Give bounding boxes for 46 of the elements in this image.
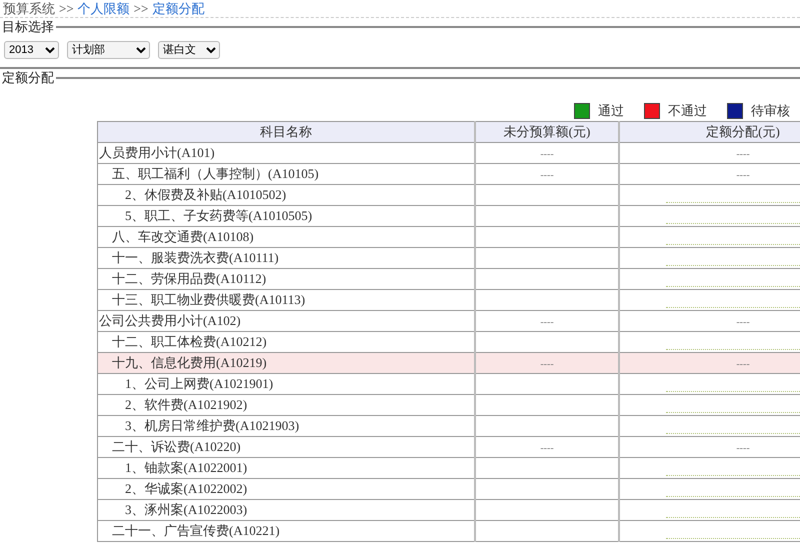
account-name: 公司公共费用小计(A102) bbox=[99, 312, 241, 330]
account-name: 十一、服装费洗衣费(A10111) bbox=[111, 249, 279, 267]
breadcrumb-text: 预算系统 bbox=[3, 1, 55, 16]
breadcrumb-separator: >> bbox=[59, 1, 74, 16]
dropdown[interactable]: 2013 bbox=[4, 41, 59, 59]
account-name: 1、公司上网费(A1021901) bbox=[124, 375, 274, 393]
column-header: 科目名称 bbox=[98, 122, 475, 142]
table-row[interactable]: 十九、信息化费用(A10219) ---- ---- bbox=[98, 352, 800, 374]
account-name: 3、机房日常维护费(A1021903) bbox=[124, 417, 300, 435]
account-name: 1、铀款案(A1022001) bbox=[124, 459, 248, 477]
status-label: 通过 bbox=[598, 102, 624, 120]
table-cell: ---- bbox=[540, 170, 554, 181]
breadcrumb-link[interactable]: 定额分配 bbox=[152, 1, 204, 16]
account-name: 五、职工福利（人事控制）(A10105) bbox=[111, 165, 319, 183]
section-title: 目标选择 bbox=[2, 18, 54, 36]
account-name: 十二、职工体检费(A10212) bbox=[111, 333, 267, 351]
table-cell: ---- bbox=[540, 359, 554, 370]
account-name: 八、车改交通费(A10108) bbox=[111, 228, 254, 246]
table-cell: ---- bbox=[736, 170, 750, 181]
account-name: 3、涿州案(A1022003) bbox=[124, 501, 248, 519]
account-name: 十三、职工物业费供暖费(A10113) bbox=[111, 291, 306, 309]
column-header: 未分预算额(元) bbox=[475, 122, 619, 142]
account-name: 5、职工、子女药费等(A1010505) bbox=[124, 207, 312, 225]
account-name: 十九、信息化费用(A10219) bbox=[111, 354, 267, 372]
table-cell: ---- bbox=[540, 149, 554, 160]
account-name: 二十、诉讼费(A10220) bbox=[111, 438, 241, 456]
account-name: 十二、劳保用品费(A10112) bbox=[111, 270, 266, 288]
breadcrumb-link[interactable]: 个人限额 bbox=[78, 1, 130, 16]
status-label: 不通过 bbox=[668, 102, 707, 120]
dropdown[interactable]: 谌白文 bbox=[158, 41, 220, 59]
column-header: 定额分配(元) bbox=[619, 122, 800, 142]
account-name: 人员费用小计(A101) bbox=[99, 144, 215, 162]
table-cell: ---- bbox=[736, 359, 750, 370]
account-name: 2、华诚案(A1022002) bbox=[124, 480, 248, 498]
table-cell: ---- bbox=[540, 317, 554, 328]
account-name: 二十一、广告宣传费(A10221) bbox=[111, 522, 280, 540]
section-title: 定额分配 bbox=[2, 69, 54, 87]
table-cell: ---- bbox=[736, 149, 750, 160]
status-label: 待审核 bbox=[751, 102, 790, 120]
breadcrumb-separator: >> bbox=[134, 1, 148, 16]
account-name: 2、休假费及补贴(A1010502) bbox=[124, 186, 286, 204]
dropdown[interactable]: 计划部 bbox=[67, 41, 150, 59]
table-cell: ---- bbox=[540, 443, 554, 454]
account-name: 2、软件费(A1021902) bbox=[124, 396, 248, 414]
table-cell: ---- bbox=[736, 443, 750, 454]
table-cell: ---- bbox=[736, 317, 750, 328]
